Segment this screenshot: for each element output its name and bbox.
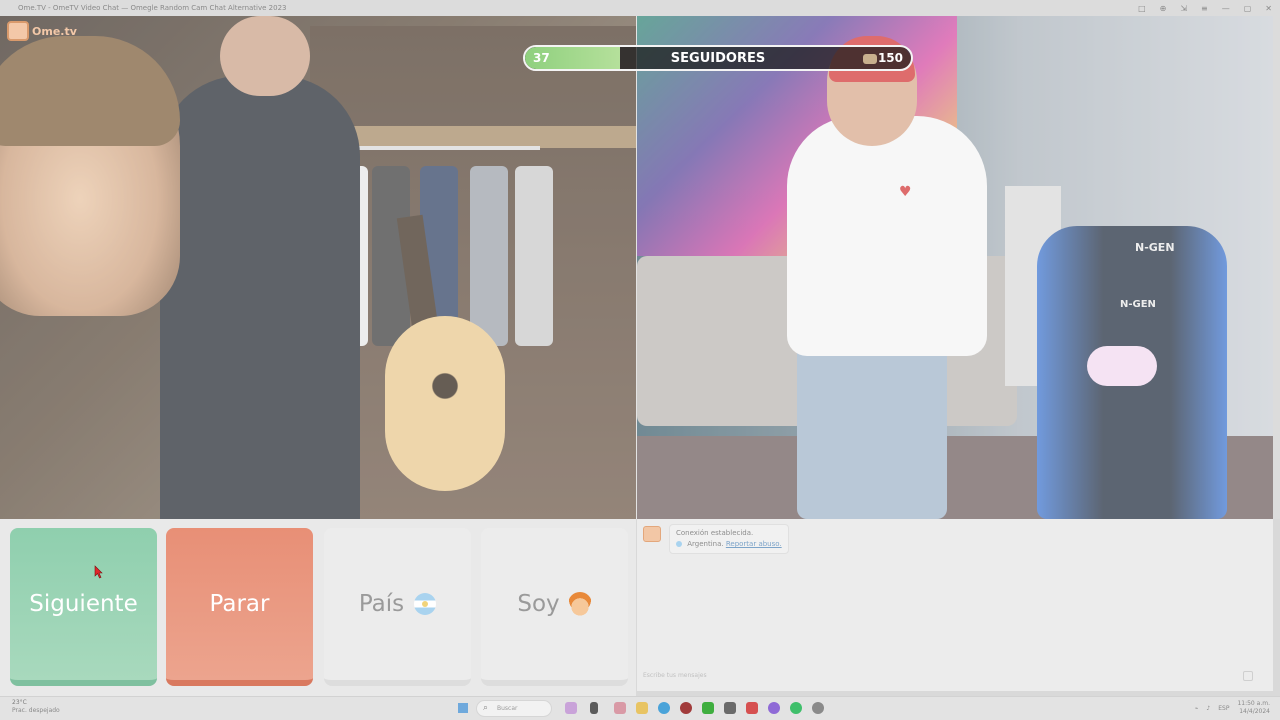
next-button-label: Siguiente xyxy=(29,591,138,617)
system-message: Conexión establecida. Argentina. Reporta… xyxy=(643,524,789,554)
connection-status-text: Conexión establecida. xyxy=(676,529,754,537)
chat-input[interactable]: Escribe tus mensajes xyxy=(643,672,707,679)
mouse-cursor-icon xyxy=(94,565,103,579)
followers-label: SEGUIDORES xyxy=(670,51,766,66)
country-button-label: País xyxy=(358,591,405,617)
chair-brand-label: N-GEN xyxy=(1135,241,1175,254)
menu-icon[interactable]: ≡ xyxy=(1201,4,1208,13)
argentina-mini-flag-icon xyxy=(676,541,682,547)
closet-rod xyxy=(330,146,540,150)
tv-icon xyxy=(7,21,29,41)
trophy-icon xyxy=(863,54,877,64)
microphone xyxy=(1087,346,1157,386)
text-chat-panel: Conexión establecida. Argentina. Reporta… xyxy=(637,519,1273,691)
person-standing xyxy=(160,76,360,519)
spotify-icon[interactable] xyxy=(790,702,802,714)
discord-icon[interactable] xyxy=(768,702,780,714)
person-standing-head xyxy=(220,16,310,96)
language-code: ESP xyxy=(1218,704,1230,712)
window-titlebar: Ome.TV - OmeTV Video Chat — Omegle Rando… xyxy=(0,0,1280,16)
maximize-button[interactable]: ▢ xyxy=(1244,4,1252,13)
heart-icon: ♥ xyxy=(899,184,912,200)
fullscreen-icon[interactable]: ⇲ xyxy=(1180,4,1187,13)
logo-text: Ome.tv xyxy=(32,24,77,38)
start-icon[interactable] xyxy=(458,703,468,713)
windows-taskbar: 23°C Prac. despejado Buscar ⌁ ♪ ESP 11:5… xyxy=(0,696,1280,720)
guitar xyxy=(385,316,505,491)
dancer-jeans xyxy=(797,336,947,519)
file-explorer-icon[interactable] xyxy=(636,702,648,714)
local-video xyxy=(0,16,636,519)
weather-temp: 23°C xyxy=(12,699,27,706)
next-button[interactable]: Siguiente xyxy=(10,528,157,686)
stop-button[interactable]: Parar xyxy=(166,528,313,686)
followers-goal: 150 xyxy=(877,51,903,65)
window-title: Ome.TV - OmeTV Video Chat — Omegle Rando… xyxy=(18,4,287,12)
settings-icon[interactable] xyxy=(812,702,824,714)
weather-widget[interactable]: 23°C Prac. despejado xyxy=(12,699,60,715)
app-icon-2[interactable] xyxy=(724,702,736,714)
partner-country-line: Argentina. Reportar abuso. xyxy=(676,539,782,550)
clock[interactable]: 11:50 a.m. 14/4/2024 xyxy=(1237,700,1270,716)
kick-icon[interactable] xyxy=(702,702,714,714)
stop-button-label: Parar xyxy=(209,591,270,617)
minimize-button[interactable]: — xyxy=(1222,4,1230,13)
gender-button-label: Soy xyxy=(517,591,560,617)
window-controls: □ ⊕ ⇲ ≡ — ▢ ✕ xyxy=(1138,0,1272,16)
emoji-icon[interactable] xyxy=(1243,671,1253,681)
network-icon[interactable]: ⌁ xyxy=(1195,705,1199,712)
system-message-bubble: Conexión establecida. Argentina. Reporta… xyxy=(669,524,789,554)
volume-icon[interactable]: ♪ xyxy=(1206,705,1210,712)
ometv-avatar-icon xyxy=(643,526,661,542)
clock-time: 11:50 a.m. xyxy=(1237,700,1270,707)
chat-controls: Siguiente Parar País Soy xyxy=(0,519,636,696)
task-view-icon[interactable] xyxy=(590,702,598,714)
app-root: Ome.TV - OmeTV Video Chat — Omegle Rando… xyxy=(0,0,1280,720)
dancer-shirt xyxy=(787,116,987,356)
cast-icon[interactable]: □ xyxy=(1138,4,1146,13)
edge-icon[interactable] xyxy=(658,702,670,714)
followers-progress-bar: 37 SEGUIDORES 150 xyxy=(523,45,913,71)
taskbar-search[interactable]: Buscar xyxy=(476,700,552,717)
hanging-clothes xyxy=(515,166,553,346)
app-icon[interactable] xyxy=(614,702,626,714)
chair-brand-label-2: N-GEN xyxy=(1120,299,1156,310)
app-icon-3[interactable] xyxy=(746,702,758,714)
system-tray: ⌁ ♪ ESP 11:50 a.m. 14/4/2024 xyxy=(1195,700,1270,716)
weather-desc: Prac. despejado xyxy=(12,707,60,714)
extensions-icon[interactable]: ⊕ xyxy=(1160,4,1167,13)
remote-video: N-GEN N-GEN ♥ xyxy=(637,16,1273,519)
boy-emoji-icon xyxy=(567,592,592,616)
language-indicator[interactable]: ESP xyxy=(1218,705,1229,712)
report-abuse-link[interactable]: Reportar abuso. xyxy=(726,540,782,548)
opera-icon[interactable] xyxy=(680,702,692,714)
country-button[interactable]: País xyxy=(324,528,471,686)
ometv-logo[interactable]: Ome.tv xyxy=(7,21,77,41)
page-scrollbar[interactable] xyxy=(1273,16,1280,519)
gender-button[interactable]: Soy xyxy=(481,528,628,686)
copilot-icon[interactable] xyxy=(565,702,577,714)
close-button[interactable]: ✕ xyxy=(1265,4,1272,13)
partner-country: Argentina. xyxy=(687,540,724,548)
clock-date: 14/4/2024 xyxy=(1239,708,1270,715)
hanging-clothes xyxy=(470,166,508,346)
argentina-flag-icon xyxy=(414,593,437,615)
person-foreground-hair xyxy=(0,36,180,146)
